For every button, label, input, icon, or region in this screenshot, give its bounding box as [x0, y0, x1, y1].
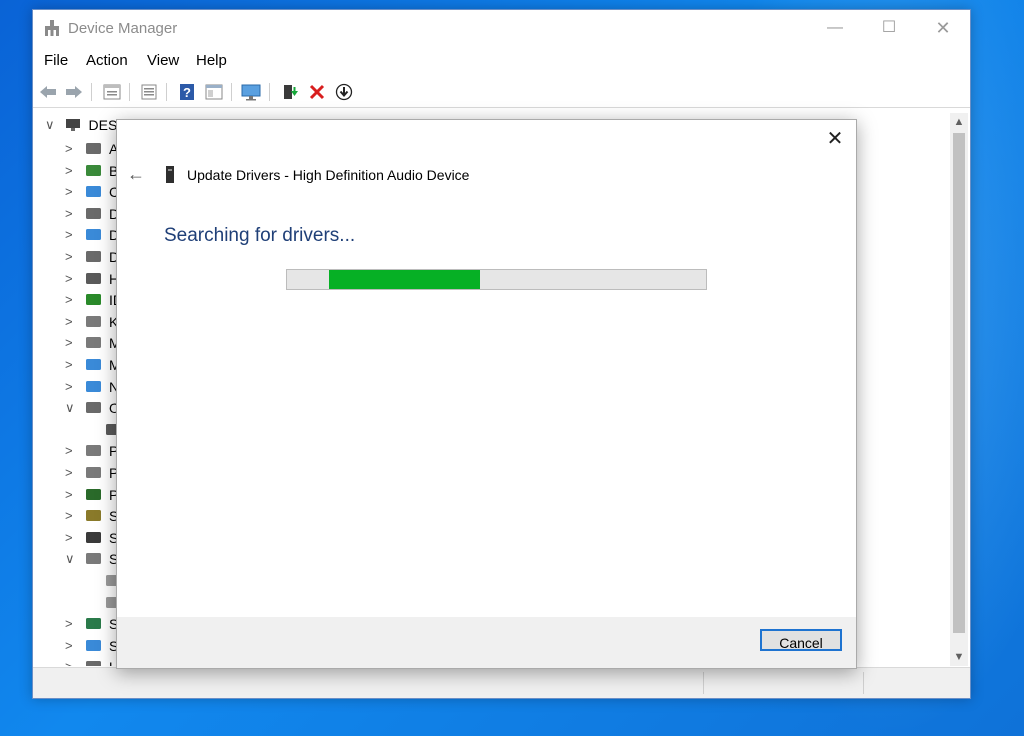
dvd-drive-icon: [86, 251, 101, 262]
chevron-right-icon[interactable]: >: [65, 508, 73, 523]
monitor-icon[interactable]: [240, 81, 262, 103]
sound-icon: [86, 553, 101, 565]
chevron-right-icon[interactable]: >: [65, 141, 73, 156]
view-icon[interactable]: [203, 81, 225, 103]
chevron-right-icon[interactable]: >: [65, 335, 73, 350]
security-icon: [86, 510, 101, 522]
chevron-right-icon[interactable]: >: [65, 292, 73, 307]
toolbar-separator: [231, 83, 232, 101]
status-divider: [863, 672, 864, 694]
progress-fill: [328, 270, 480, 289]
chevron-right-icon[interactable]: >: [65, 487, 73, 502]
chevron-right-icon[interactable]: >: [65, 659, 73, 666]
chevron-down-icon[interactable]: ∨: [65, 400, 75, 416]
chevron-down-icon[interactable]: ∨: [45, 117, 55, 133]
uninstall-icon[interactable]: [306, 81, 328, 103]
forward-arrow-icon[interactable]: [63, 81, 85, 103]
scroll-down-button[interactable]: ▼: [950, 648, 968, 666]
storage-controller-icon: [86, 618, 101, 630]
audio-device-icon: [166, 166, 174, 183]
window-title: Device Manager: [68, 20, 178, 37]
properties-icon[interactable]: [101, 81, 123, 103]
chevron-right-icon[interactable]: >: [65, 314, 73, 329]
computer-icon: [86, 186, 101, 198]
chevron-right-icon[interactable]: >: [65, 379, 73, 394]
dialog-title: Update Drivers - High Definition Audio D…: [187, 167, 470, 183]
chevron-right-icon[interactable]: >: [65, 357, 73, 372]
update-driver-icon[interactable]: [279, 81, 301, 103]
print-queue-icon: [86, 445, 101, 457]
chevron-right-icon[interactable]: >: [65, 206, 73, 221]
svg-text:?: ?: [183, 85, 191, 100]
printer-icon: [86, 467, 101, 478]
network-adapter-icon: [86, 380, 101, 392]
chevron-right-icon[interactable]: >: [65, 465, 73, 480]
menu-help[interactable]: Help: [196, 52, 227, 69]
monitor-icon: [86, 359, 101, 370]
chevron-right-icon[interactable]: >: [65, 163, 73, 178]
chevron-right-icon[interactable]: >: [65, 638, 73, 653]
usb-controller-icon: [86, 661, 101, 666]
back-arrow-button[interactable]: ←: [127, 164, 145, 185]
toolbar-separator: [166, 83, 167, 101]
searching-heading: Searching for drivers...: [164, 225, 356, 246]
progress-bar: [286, 269, 707, 290]
menu-action[interactable]: Action: [86, 52, 128, 69]
scroll-up-button[interactable]: ▲: [950, 113, 968, 131]
chevron-right-icon[interactable]: >: [65, 616, 73, 631]
cancel-button[interactable]: Cancel: [760, 629, 842, 651]
audio-inputs-icon: [86, 143, 101, 154]
status-divider: [703, 672, 704, 694]
help-icon[interactable]: ?: [176, 81, 198, 103]
update-drivers-dialog: ✕ ← Update Drivers - High Definition Aud…: [116, 119, 857, 669]
maximize-button[interactable]: ☐: [866, 14, 912, 42]
dialog-close-button[interactable]: ✕: [822, 126, 848, 152]
toolbar: ?: [33, 77, 970, 108]
computer-desktop-icon: [65, 119, 80, 131]
ide-controller-icon: [86, 294, 101, 306]
title-bar[interactable]: Device Manager — ☐ ✕: [33, 10, 970, 46]
disk-drives-icon: [86, 207, 101, 219]
minimize-button[interactable]: —: [812, 14, 858, 42]
device-manager-icon: [45, 20, 59, 36]
chevron-right-icon[interactable]: >: [65, 227, 73, 242]
vertical-scrollbar[interactable]: ▲ ▼: [950, 113, 968, 666]
menu-file[interactable]: File: [44, 52, 68, 69]
close-window-button[interactable]: ✕: [920, 14, 966, 42]
chevron-right-icon[interactable]: >: [65, 184, 73, 199]
display-adapters-icon: [86, 229, 101, 241]
chevron-right-icon[interactable]: >: [65, 249, 73, 264]
system-devices-icon: [86, 639, 101, 651]
chevron-down-icon[interactable]: ∨: [65, 551, 75, 567]
toolbar-separator: [129, 83, 130, 101]
status-bar: [33, 667, 970, 698]
processor-icon: [86, 488, 101, 500]
toolbar-separator: [269, 83, 270, 101]
mouse-icon: [86, 337, 101, 349]
other-devices-icon: [86, 402, 101, 414]
chevron-right-icon[interactable]: >: [65, 271, 73, 286]
software-device-icon: [86, 531, 101, 543]
chevron-right-icon[interactable]: >: [65, 443, 73, 458]
chevron-right-icon[interactable]: >: [65, 530, 73, 545]
back-arrow-icon[interactable]: [37, 81, 59, 103]
dialog-footer: Cancel: [117, 617, 856, 668]
download-icon[interactable]: [333, 81, 355, 103]
scroll-thumb[interactable]: [953, 133, 965, 633]
list-icon[interactable]: [138, 81, 160, 103]
toolbar-separator: [91, 83, 92, 101]
menu-view[interactable]: View: [147, 52, 179, 69]
hid-icon: [86, 272, 101, 284]
keyboard-icon: [86, 315, 101, 327]
bluetooth-icon: [86, 164, 101, 176]
